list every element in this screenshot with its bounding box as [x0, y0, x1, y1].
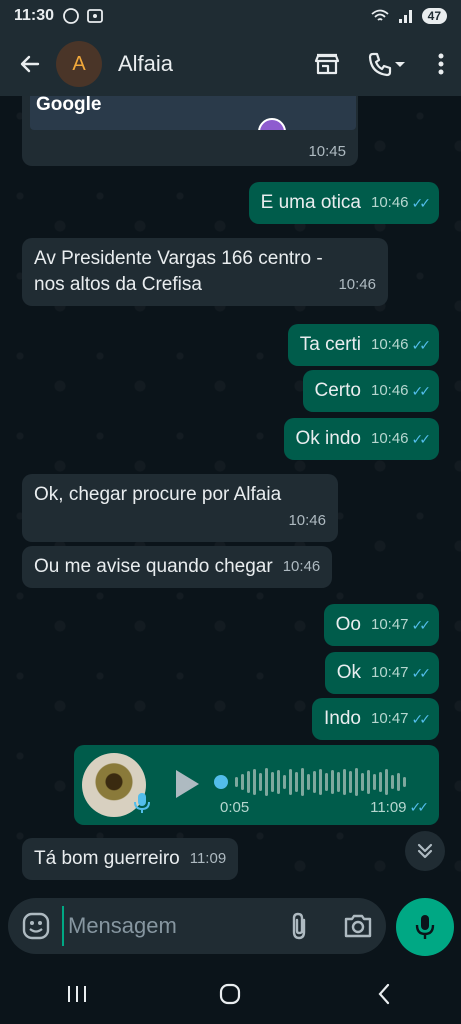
audio-waveform[interactable]: [214, 767, 424, 797]
system-navigation-bar: [0, 964, 461, 1024]
message-bubble[interactable]: Av Presidente Vargas 166 centro - nos al…: [22, 238, 388, 306]
back-arrow-icon: [20, 55, 40, 73]
battery-level: 47: [421, 8, 447, 24]
message-bubble[interactable]: Ok indo 10:46 ✓✓: [283, 418, 439, 460]
read-ticks-icon: ✓✓: [411, 665, 432, 681]
message-text: Av Presidente Vargas 166 centro -: [34, 248, 323, 269]
home-icon: [220, 983, 241, 1005]
message-text: Ok, chegar procure por Alfaia: [34, 484, 282, 505]
message-bubble[interactable]: Ta certi 10:46 ✓✓: [287, 324, 439, 366]
message-text: Tá bom guerreiro: [34, 848, 180, 869]
recents-icon: [67, 986, 86, 1002]
recents-button[interactable]: [55, 972, 99, 1016]
message-text: Ou me avise quando chegar: [34, 556, 273, 577]
message-text: Ok indo: [295, 428, 361, 449]
read-ticks-icon: ✓✓: [409, 799, 430, 815]
emoji-icon[interactable]: [20, 910, 52, 942]
signal-icon: [398, 10, 412, 23]
voice-record-button[interactable]: [396, 898, 454, 956]
contact-name[interactable]: Alfaia: [118, 51, 311, 77]
read-ticks-icon: ✓✓: [411, 383, 432, 399]
read-ticks-icon: ✓✓: [411, 195, 432, 211]
message-bubble[interactable]: Ok 10:47 ✓✓: [324, 652, 439, 694]
store-button[interactable]: [311, 48, 343, 80]
read-ticks-icon: ✓✓: [411, 711, 432, 727]
message-time: 10:47: [370, 616, 409, 633]
map-preview[interactable]: Google: [30, 96, 356, 130]
message-bubble[interactable]: Indo 10:47 ✓✓: [312, 698, 439, 740]
camera-icon[interactable]: [342, 910, 374, 942]
status-bar: 11:30 47: [0, 0, 461, 32]
message-text: Oo: [335, 614, 361, 635]
more-icon: [438, 53, 444, 75]
message-text: Ok: [336, 662, 361, 683]
message-text-line2: nos altos da Crefisa: [34, 274, 202, 295]
message-time: 10:46: [370, 194, 409, 211]
whatsapp-icon: [63, 8, 79, 24]
message-time: 10:46: [282, 558, 321, 575]
chevron-double-down-icon: [417, 843, 433, 859]
avatar-letter: A: [72, 52, 86, 75]
voice-message[interactable]: 0:05 11:09 ✓✓: [74, 745, 439, 825]
mic-icon: [415, 915, 435, 939]
composer: [0, 894, 461, 964]
message-time: 10:45: [308, 143, 346, 160]
audio-duration: 0:05: [220, 799, 250, 816]
call-button[interactable]: [361, 48, 413, 80]
message-input-container: [8, 898, 386, 954]
message-time: 10:46: [370, 336, 409, 353]
home-button[interactable]: [208, 972, 252, 1016]
wifi-icon: [371, 9, 389, 21]
message-bubble[interactable]: E uma otica 10:46 ✓✓: [248, 182, 439, 224]
message-time: 10:47: [370, 664, 409, 681]
message-time-with-ticks: 11:09 ✓✓: [370, 799, 430, 816]
location-message[interactable]: Google 10:45: [22, 96, 358, 166]
message-time: 10:46: [338, 276, 376, 293]
message-time: 11:09: [189, 850, 227, 867]
map-pin-icon: [258, 118, 286, 130]
back-chevron-icon: [378, 983, 390, 1005]
message-text: Certo: [314, 380, 361, 401]
message-time: 10:46: [288, 512, 326, 529]
read-ticks-icon: ✓✓: [411, 337, 432, 353]
chat-area[interactable]: Google 10:45 E uma otica 10:46 ✓✓ Av Presi…: [0, 96, 461, 894]
phone-icon: [368, 52, 392, 77]
chat-header: A Alfaia: [0, 32, 461, 96]
message-text: Ta certi: [299, 334, 361, 355]
mic-icon: [134, 793, 150, 813]
message-text: E uma otica: [260, 192, 361, 213]
more-button[interactable]: [431, 48, 451, 80]
message-bubble[interactable]: Tá bom guerreiro 11:09: [22, 838, 239, 880]
map-label: Google: [36, 96, 102, 115]
message-time: 10:46: [370, 430, 409, 447]
message-bubble[interactable]: Ok, chegar procure por Alfaia 10:46: [22, 474, 338, 542]
play-icon[interactable]: [172, 767, 202, 801]
back-button[interactable]: [10, 44, 50, 84]
dropdown-icon: [395, 62, 405, 67]
read-ticks-icon: ✓✓: [411, 617, 432, 633]
message-time: 10:46: [370, 382, 409, 399]
scroll-down-button[interactable]: [405, 831, 445, 871]
message-bubble[interactable]: Ou me avise quando chegar 10:46: [22, 546, 333, 588]
message-bubble[interactable]: Certo 10:46 ✓✓: [302, 370, 439, 412]
status-time: 11:30: [14, 7, 55, 24]
message-input[interactable]: [62, 906, 272, 946]
read-ticks-icon: ✓✓: [411, 431, 432, 447]
message-text: Indo: [324, 708, 361, 729]
contact-avatar[interactable]: A: [56, 41, 102, 87]
screenshot-icon: [87, 9, 103, 23]
back-nav-button[interactable]: [362, 972, 406, 1016]
message-time: 11:09: [370, 799, 407, 816]
attach-icon[interactable]: [284, 910, 314, 942]
notification-icons: [62, 7, 104, 25]
playhead[interactable]: [214, 775, 228, 789]
message-time: 10:47: [370, 710, 409, 727]
store-icon: [314, 53, 340, 75]
message-bubble[interactable]: Oo 10:47 ✓✓: [323, 604, 439, 646]
